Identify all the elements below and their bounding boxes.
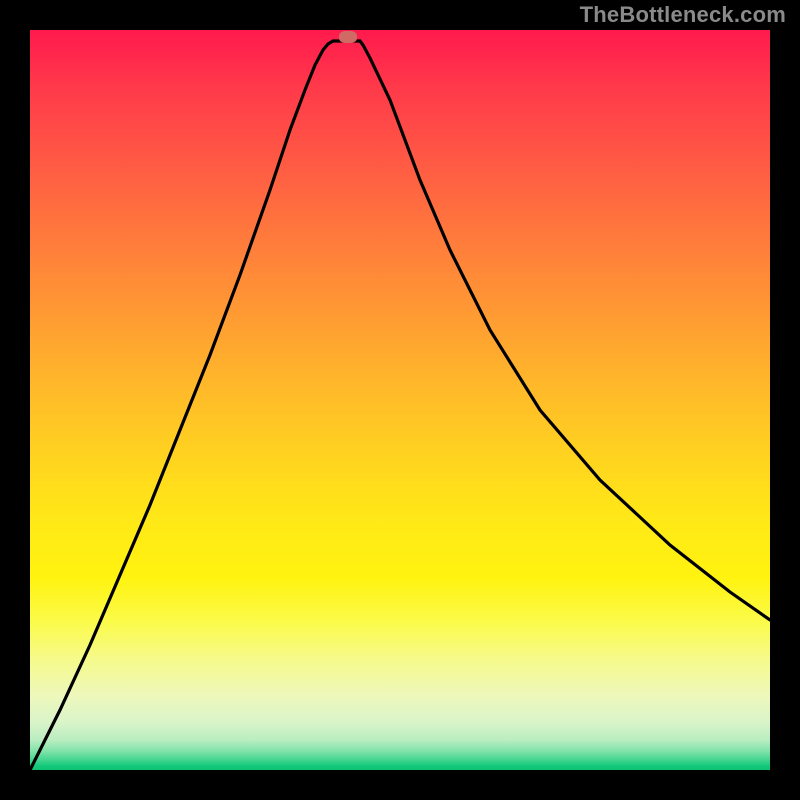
curve-svg: [30, 30, 770, 770]
watermark-text: TheBottleneck.com: [580, 2, 786, 28]
min-marker: [339, 31, 357, 43]
chart-frame: TheBottleneck.com: [0, 0, 800, 800]
bottleneck-curve: [30, 41, 770, 770]
plot-area: [30, 30, 770, 770]
